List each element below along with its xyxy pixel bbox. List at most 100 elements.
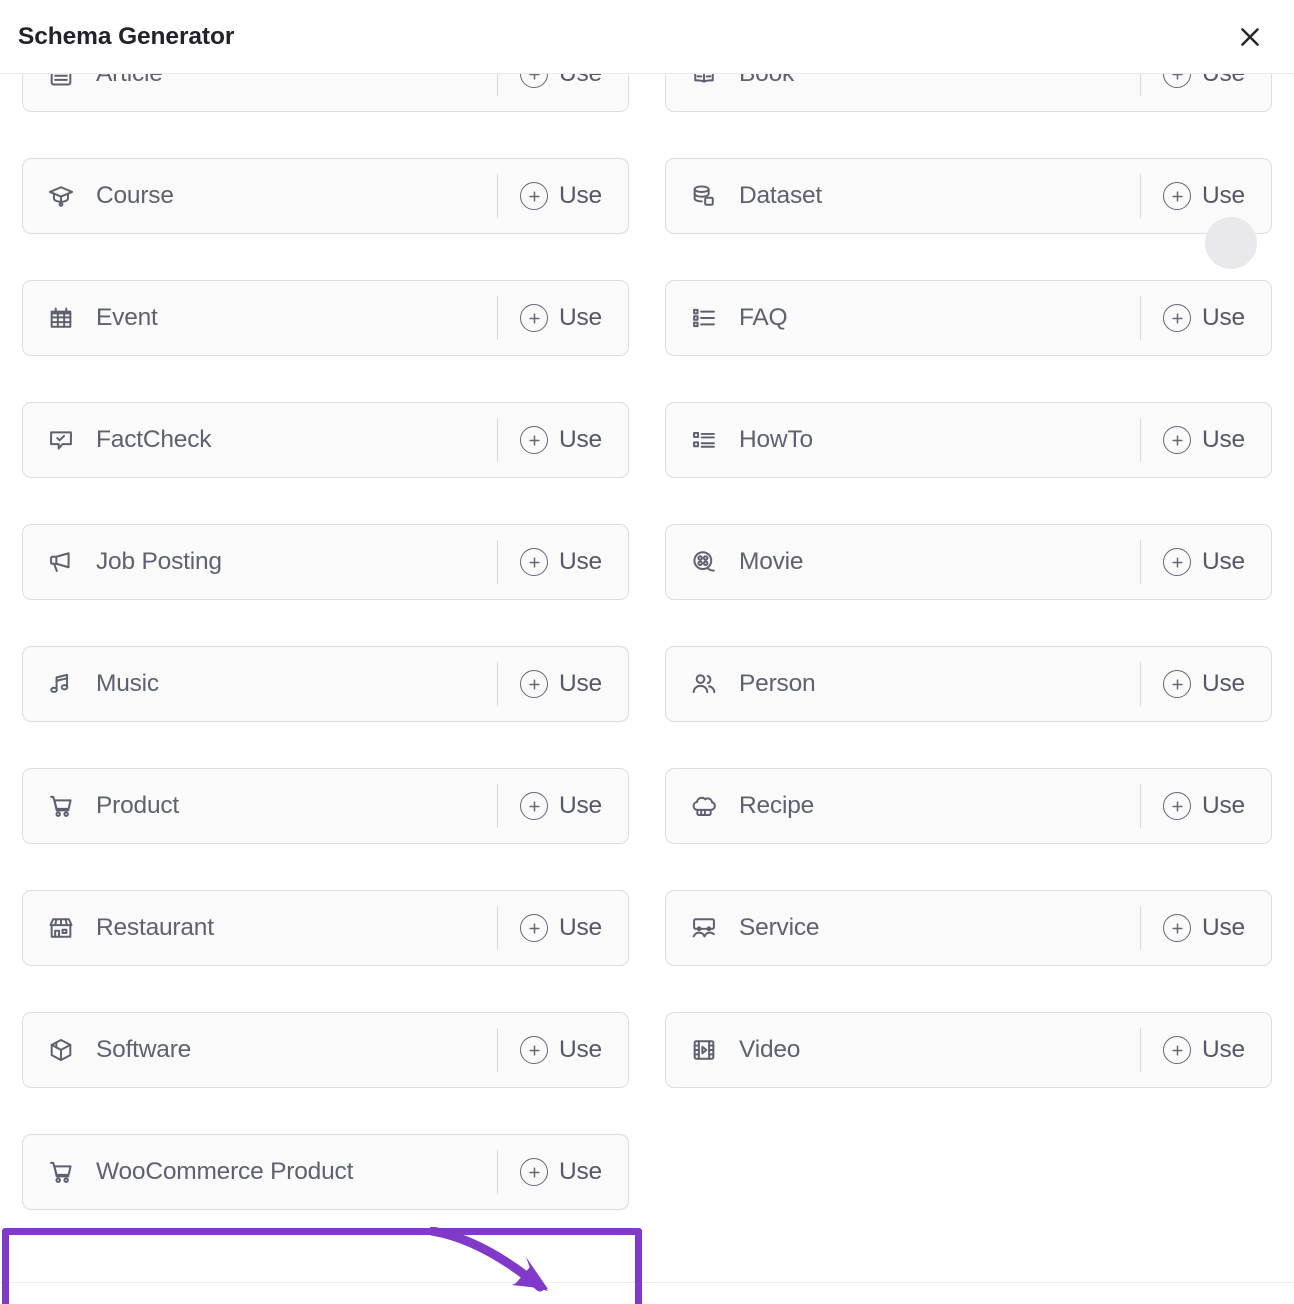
use-button[interactable]: Use	[520, 792, 628, 820]
schema-card-service[interactable]: Service Use	[665, 890, 1272, 966]
schema-card-howto[interactable]: HowTo Use	[665, 402, 1272, 478]
schema-card-label: Video	[739, 1036, 801, 1063]
use-button[interactable]: Use	[1163, 670, 1271, 698]
schema-card-event[interactable]: Event Use	[22, 280, 629, 356]
use-area: Use	[497, 647, 628, 721]
schema-card-course[interactable]: Course Use	[22, 158, 629, 234]
card-divider	[497, 662, 499, 706]
use-button[interactable]: Use	[520, 914, 628, 942]
use-button[interactable]: Use	[520, 1036, 628, 1064]
plus-circle-icon	[520, 74, 549, 88]
film-strip-icon	[689, 1035, 719, 1065]
schema-card-label: Job Posting	[96, 548, 222, 575]
schema-card-article[interactable]: Article Use	[22, 74, 629, 112]
plus-circle-icon	[1163, 182, 1192, 210]
use-button[interactable]: Use	[1163, 914, 1271, 942]
use-area: Use	[497, 281, 628, 355]
use-area: Use	[497, 74, 628, 111]
use-area: Use	[1140, 159, 1271, 233]
schema-card-dataset[interactable]: Dataset Use	[665, 158, 1272, 234]
use-button-label: Use	[559, 74, 602, 88]
card-divider	[1140, 784, 1142, 828]
plus-circle-icon	[1163, 548, 1192, 576]
use-button[interactable]: Use	[1163, 548, 1271, 576]
schema-card-label: Course	[96, 182, 174, 209]
card-divider	[1140, 74, 1142, 96]
plus-circle-icon	[520, 1036, 549, 1064]
schema-card-woocommerce-product[interactable]: WooCommerce Product Use	[22, 1134, 629, 1210]
close-button[interactable]	[1232, 19, 1268, 55]
use-button-label: Use	[1202, 792, 1245, 819]
schema-card-recipe[interactable]: Recipe Use	[665, 768, 1272, 844]
schema-card-factcheck[interactable]: FactCheck Use	[22, 402, 629, 478]
close-icon	[1237, 24, 1263, 50]
use-button[interactable]: Use	[520, 426, 628, 454]
schema-card-person[interactable]: Person Use	[665, 646, 1272, 722]
use-button[interactable]: Use	[1163, 74, 1271, 88]
use-button-label: Use	[1202, 182, 1245, 209]
calendar-icon	[46, 303, 76, 333]
schema-card-label: HowTo	[739, 426, 813, 453]
plus-circle-icon	[520, 182, 549, 210]
use-button[interactable]: Use	[520, 304, 628, 332]
use-button[interactable]: Use	[520, 1158, 628, 1186]
schema-grid: ArticleUseBookUseCourseUseDatasetUseEven…	[22, 74, 1272, 1210]
use-button[interactable]: Use	[1163, 426, 1271, 454]
scroll-hint-circle	[1205, 217, 1257, 269]
use-button[interactable]: Use	[520, 548, 628, 576]
schema-card-label: FactCheck	[96, 426, 212, 453]
use-button[interactable]: Use	[520, 74, 628, 88]
schema-card-job-posting[interactable]: Job Posting Use	[22, 524, 629, 600]
schema-card-product[interactable]: Product Use	[22, 768, 629, 844]
users-icon	[689, 669, 719, 699]
use-area: Use	[1140, 647, 1271, 721]
plus-circle-icon	[1163, 1036, 1192, 1064]
schema-card-label: Software	[96, 1036, 192, 1063]
use-button[interactable]: Use	[1163, 304, 1271, 332]
list-steps-icon	[689, 425, 719, 455]
schema-card-label: Book	[739, 74, 794, 88]
schema-card-label: Event	[96, 304, 158, 331]
schema-card-music[interactable]: Music Use	[22, 646, 629, 722]
plus-circle-icon	[520, 426, 549, 454]
use-area: Use	[497, 1135, 628, 1209]
card-divider	[497, 174, 499, 218]
use-button[interactable]: Use	[1163, 792, 1271, 820]
schema-card-software[interactable]: Software Use	[22, 1012, 629, 1088]
card-divider	[497, 1150, 499, 1194]
use-button-label: Use	[1202, 548, 1245, 575]
schema-list-body[interactable]: ArticleUseBookUseCourseUseDatasetUseEven…	[0, 74, 1294, 1304]
list-checks-icon	[689, 303, 719, 333]
plus-circle-icon	[1163, 670, 1192, 698]
schema-card-faq[interactable]: FAQ Use	[665, 280, 1272, 356]
use-button[interactable]: Use	[1163, 1036, 1271, 1064]
use-button-label: Use	[559, 914, 602, 941]
plus-circle-icon	[520, 914, 549, 942]
use-button[interactable]: Use	[1163, 182, 1271, 210]
schema-card-video[interactable]: Video Use	[665, 1012, 1272, 1088]
use-area: Use	[497, 769, 628, 843]
card-divider	[497, 1028, 499, 1072]
schema-card-label: Product	[96, 792, 180, 819]
plus-circle-icon	[520, 1158, 549, 1186]
shopping-cart-icon	[46, 791, 76, 821]
use-area: Use	[1140, 74, 1271, 111]
card-divider	[497, 906, 499, 950]
plus-circle-icon	[520, 792, 549, 820]
card-divider	[497, 418, 499, 462]
megaphone-icon	[46, 547, 76, 577]
use-button[interactable]: Use	[520, 182, 628, 210]
schema-card-book[interactable]: Book Use	[665, 74, 1272, 112]
package-box-icon	[46, 1035, 76, 1065]
card-divider	[497, 74, 499, 96]
use-button[interactable]: Use	[520, 670, 628, 698]
plus-circle-icon	[1163, 426, 1192, 454]
card-divider	[497, 540, 499, 584]
use-area: Use	[497, 403, 628, 477]
schema-card-label: Article	[96, 74, 163, 88]
schema-card-restaurant[interactable]: Restaurant Use	[22, 890, 629, 966]
use-area: Use	[1140, 891, 1271, 965]
card-divider	[1140, 540, 1142, 584]
plus-circle-icon	[520, 670, 549, 698]
schema-card-movie[interactable]: Movie Use	[665, 524, 1272, 600]
